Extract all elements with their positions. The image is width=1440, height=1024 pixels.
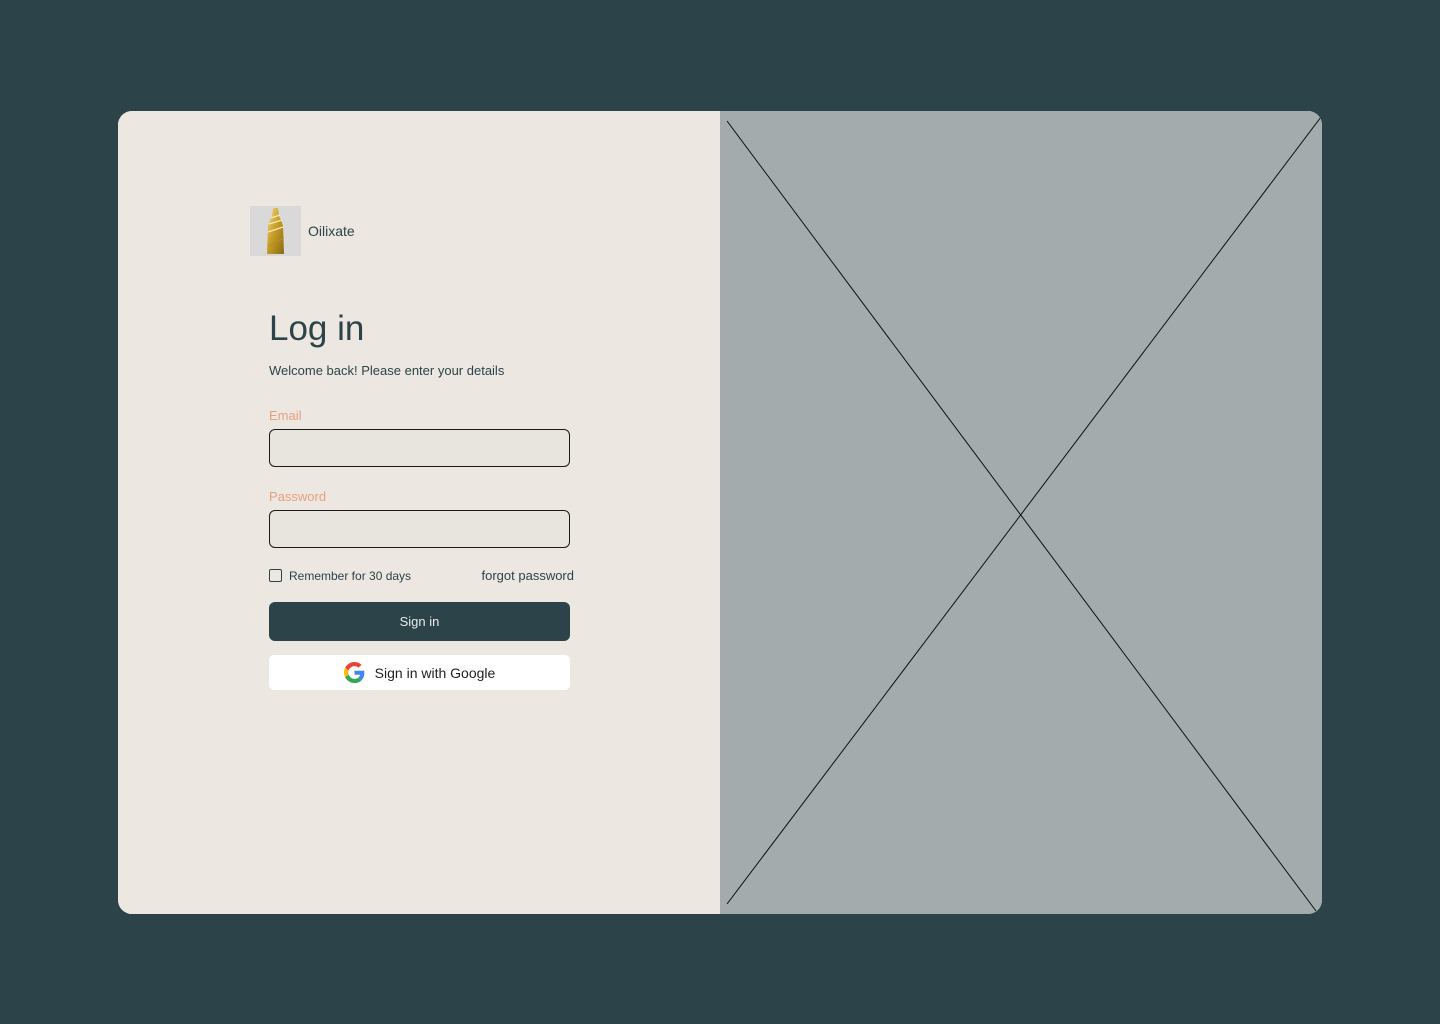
brand-name: Oilixate — [308, 223, 355, 239]
sign-in-button[interactable]: Sign in — [269, 602, 570, 641]
options-row: Remember for 30 days forgot password — [269, 568, 574, 583]
email-field[interactable] — [269, 429, 570, 467]
remember-label: Remember for 30 days — [289, 568, 412, 583]
google-icon — [343, 662, 365, 683]
image-placeholder — [720, 111, 1322, 914]
password-field[interactable] — [269, 510, 570, 548]
forgot-password-link[interactable]: forgot password — [482, 568, 575, 583]
page-subtitle: Welcome back! Please enter your details — [269, 363, 505, 378]
image-placeholder-cross — [726, 116, 1322, 912]
password-label: Password — [269, 489, 327, 504]
brand: Oilixate — [250, 206, 355, 256]
remember-option[interactable]: Remember for 30 days — [269, 569, 411, 583]
remember-checkbox[interactable] — [269, 569, 282, 582]
page-title: Log in — [269, 309, 365, 348]
google-sign-in-label: Sign in with Google — [374, 664, 496, 681]
login-card: Oilixate Log in Welcome back! Please ent… — [118, 111, 1322, 914]
email-label: Email — [269, 408, 302, 423]
login-panel: Oilixate Log in Welcome back! Please ent… — [118, 111, 720, 914]
sign-in-label: Sign in — [399, 614, 440, 629]
google-sign-in-button[interactable]: Sign in with Google — [269, 655, 570, 690]
brand-logo — [250, 206, 301, 256]
login-form: Log in Welcome back! Please enter your d… — [269, 307, 579, 690]
oil-bottle-icon — [267, 208, 285, 254]
